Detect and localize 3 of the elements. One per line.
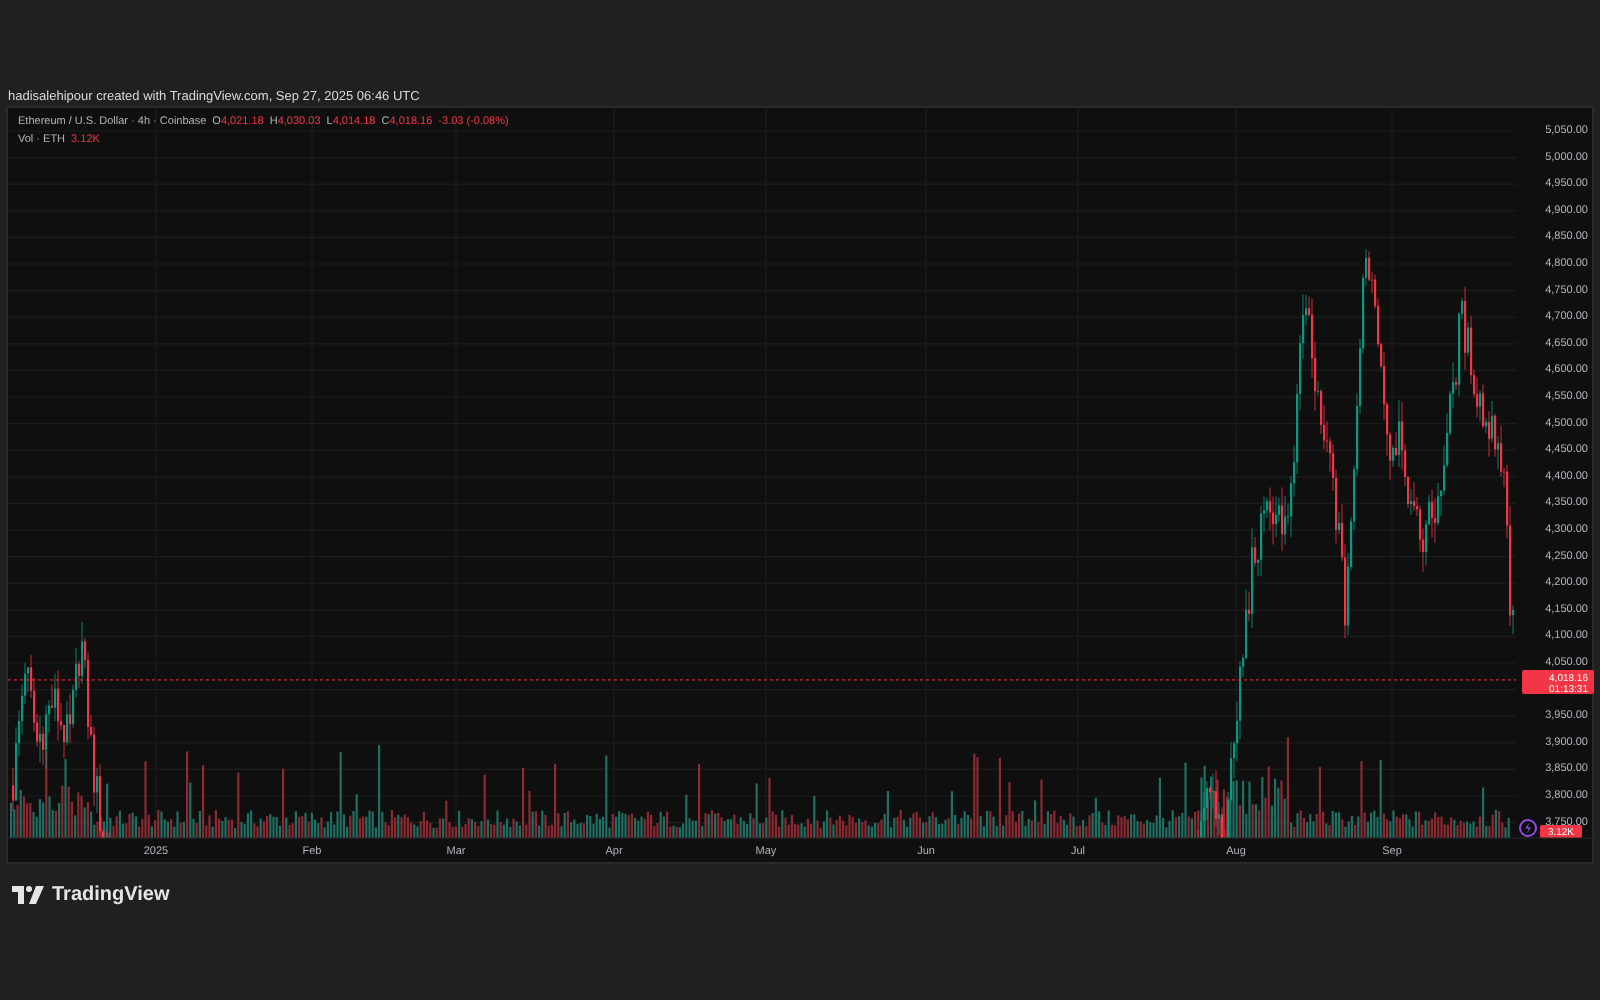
event-icon[interactable] [1519, 819, 1537, 837]
logo-icon [12, 886, 44, 904]
brand-name: TradingView [52, 882, 170, 910]
